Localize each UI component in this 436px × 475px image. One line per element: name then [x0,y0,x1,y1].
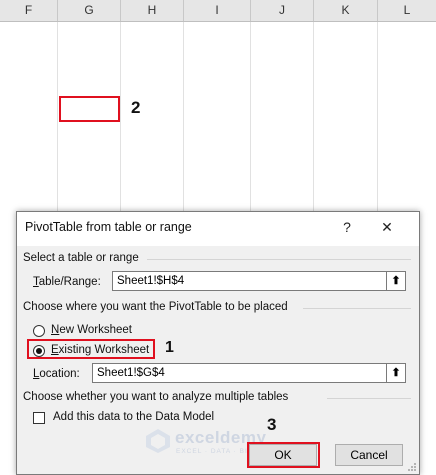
collapse-range-icon[interactable]: ⬆ [386,271,406,291]
table-range-input[interactable]: Sheet1!$H$4 ⬆ [112,271,406,291]
watermark-tagline: EXCEL · DATA · BI [176,448,248,455]
column-header-i[interactable]: I [184,0,251,21]
data-model-checkbox[interactable] [33,412,45,424]
step-marker-3: 3 [267,415,277,434]
exceldemy-logo-icon [146,429,170,453]
location-value: Sheet1!$G$4 [97,367,165,379]
column-header-h[interactable]: H [121,0,184,21]
step-marker-1: 1 [165,339,174,356]
table-range-label: Table/Range: [33,276,101,288]
table-range-value: Sheet1!$H$4 [117,275,185,287]
section-divider [327,398,411,399]
step-marker-2: 2 [131,98,141,117]
column-header-row: F G H I J K L [0,0,436,22]
cancel-button[interactable]: Cancel [335,444,403,466]
location-label: Location: [33,368,80,380]
column-header-f[interactable]: F [0,0,58,21]
column-header-l[interactable]: L [378,0,436,21]
existing-worksheet-radio[interactable] [33,345,45,357]
section-select-label: Select a table or range [23,252,139,264]
existing-worksheet-label[interactable]: Existing Worksheet [51,344,149,356]
column-header-g[interactable]: G [58,0,121,21]
new-worksheet-radio[interactable] [33,325,45,337]
data-model-label[interactable]: Add this data to the Data Model [53,411,214,423]
column-header-j[interactable]: J [251,0,314,21]
section-divider [303,308,411,309]
close-button[interactable]: ✕ [375,215,399,239]
new-worksheet-label[interactable]: New Worksheet [51,324,132,336]
column-header-k[interactable]: K [314,0,378,21]
dialog-body: Select a table or range Table/Range: She… [17,246,419,474]
section-multi-label: Choose whether you want to analyze multi… [23,391,289,403]
pivottable-dialog: PivotTable from table or range ? ✕ Selec… [16,211,420,475]
ok-button[interactable]: OK [249,444,317,466]
highlighted-cell-g4[interactable] [59,96,120,122]
section-divider [147,259,411,260]
section-place-label: Choose where you want the PivotTable to … [23,301,288,313]
help-button[interactable]: ? [335,215,359,239]
location-input[interactable]: Sheet1!$G$4 ⬆ [92,363,406,383]
dialog-title: PivotTable from table or range [25,220,192,234]
collapse-location-icon[interactable]: ⬆ [386,363,406,383]
resize-grip-icon[interactable] [407,462,417,472]
